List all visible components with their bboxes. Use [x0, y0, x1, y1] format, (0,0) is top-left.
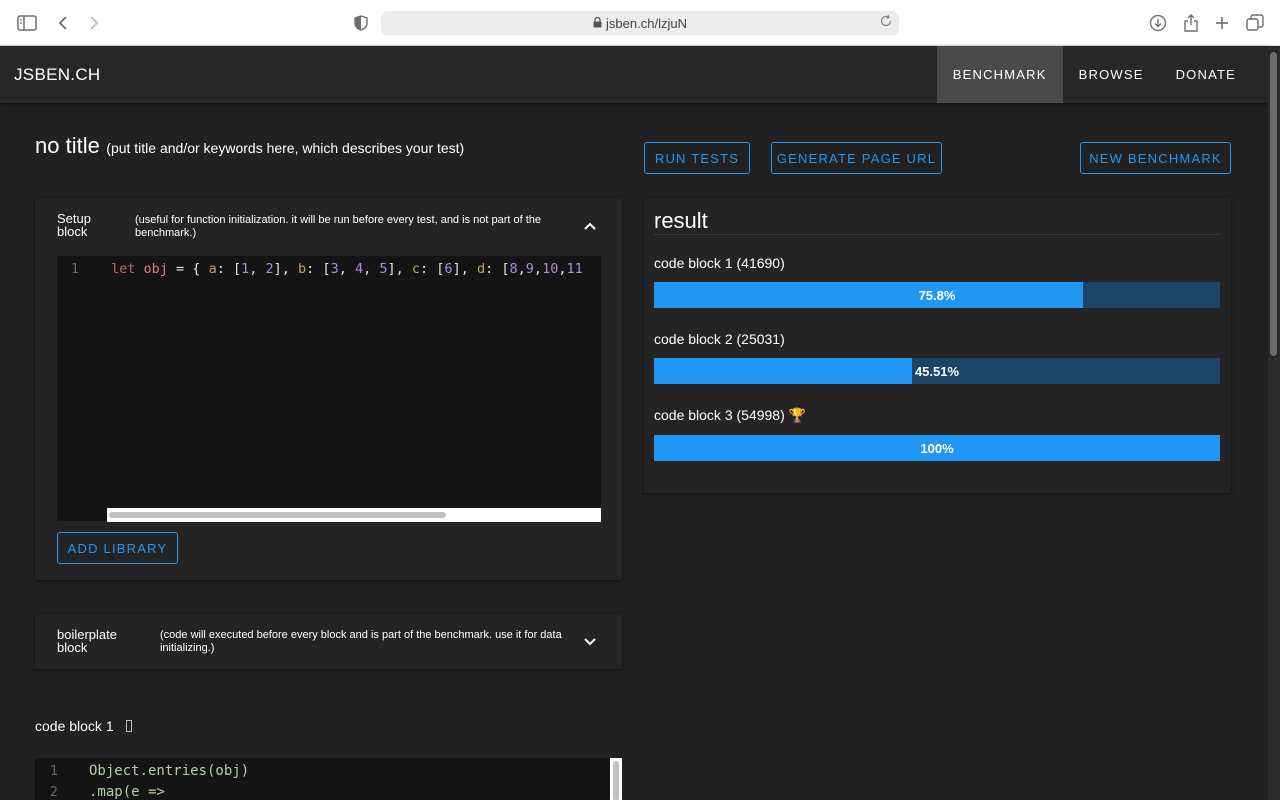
- sidebar-toggle-icon[interactable]: [16, 12, 38, 34]
- result-label: code block 3 (54998) 🏆: [654, 407, 806, 424]
- new-tab-icon[interactable]: [1211, 12, 1233, 34]
- setup-code-line[interactable]: let obj = { a: [1, 2], b: [3, 4, 5], c: …: [111, 261, 583, 277]
- result-divider: [654, 234, 1220, 235]
- code-line[interactable]: Object.entries(obj): [89, 763, 249, 779]
- share-icon[interactable]: [1180, 12, 1202, 34]
- boilerplate-block-panel[interactable]: boilerplate block (code will executed be…: [35, 614, 622, 669]
- download-icon[interactable]: [1147, 12, 1169, 34]
- chevron-up-icon[interactable]: [583, 219, 597, 233]
- editor-scrollbar-thumb[interactable]: [109, 512, 446, 518]
- browser-toolbar: jsben.ch/lzjuN: [0, 0, 1280, 46]
- app-header: JSBEN.CH BENCHMARK BROWSE DONATE: [0, 46, 1268, 103]
- line-gutter: 1: [57, 256, 107, 521]
- result-label: code block 1 (41690): [654, 255, 785, 271]
- run-tests-button[interactable]: RUN TESTS: [644, 142, 750, 174]
- back-icon[interactable]: [52, 12, 74, 34]
- result-label-text: code block 3 (54998): [654, 407, 785, 423]
- test-title-hint: (put title and/or keywords here, which d…: [106, 140, 465, 156]
- code-block-scrollbar-thumb[interactable]: [613, 761, 619, 800]
- main-nav: BENCHMARK BROWSE DONATE: [936, 46, 1252, 103]
- result-label: code block 2 (25031): [654, 331, 785, 347]
- brand-logo[interactable]: JSBEN.CH: [14, 65, 100, 85]
- result-bar: 75.8%: [654, 282, 1220, 308]
- setup-code-editor[interactable]: 1 let obj = { a: [1, 2], b: [3, 4, 5], c…: [57, 256, 601, 521]
- code-block-scrollbar[interactable]: [610, 758, 622, 800]
- test-title-field[interactable]: no title (put title and/or keywords here…: [35, 133, 464, 159]
- code-block-title: code block 1: [35, 718, 132, 734]
- code-line[interactable]: .map(e =>: [89, 784, 165, 800]
- setup-block-description: (useful for function initialization. it …: [135, 214, 541, 239]
- missing-glyph-icon: [125, 720, 132, 732]
- privacy-shield-icon[interactable]: [350, 12, 372, 34]
- new-benchmark-button[interactable]: NEW BENCHMARK: [1080, 142, 1231, 174]
- boilerplate-block-description: (code will executed before every block a…: [160, 629, 562, 654]
- line-number: 2: [50, 785, 58, 800]
- result-title: result: [654, 208, 708, 233]
- nav-donate[interactable]: DONATE: [1160, 46, 1252, 103]
- trophy-icon: 🏆: [788, 407, 807, 423]
- reload-icon[interactable]: [879, 14, 893, 31]
- forward-icon[interactable]: [83, 12, 105, 34]
- result-panel: result code block 1 (41690) 75.8% code b…: [644, 198, 1231, 493]
- page-scrollbar-thumb[interactable]: [1270, 52, 1277, 356]
- result-percent: 75.8%: [918, 287, 956, 303]
- generate-page-url-button[interactable]: GENERATE PAGE URL: [771, 142, 942, 174]
- result-percent: 100%: [920, 440, 954, 456]
- nav-benchmark[interactable]: BENCHMARK: [936, 46, 1063, 103]
- add-library-button[interactable]: ADD LIBRARY: [57, 532, 178, 564]
- setup-block-heading: Setup block: [57, 211, 91, 239]
- lock-icon: [593, 16, 602, 31]
- url-text: jsben.ch/lzjuN: [606, 15, 687, 31]
- code-block-title-text: code block 1: [35, 718, 114, 734]
- boilerplate-block-heading: boilerplate block: [57, 627, 117, 655]
- chevron-down-icon[interactable]: [583, 634, 597, 648]
- test-title: no title: [35, 133, 100, 158]
- line-number: 1: [50, 764, 58, 779]
- nav-browse[interactable]: BROWSE: [1063, 46, 1160, 103]
- line-number: 1: [71, 262, 79, 277]
- result-bar: 100%: [654, 435, 1220, 461]
- result-percent: 45.51%: [914, 363, 960, 379]
- tab-overview-icon[interactable]: [1244, 12, 1266, 34]
- code-block-editor[interactable]: 1 2 Object.entries(obj) .map(e =>: [35, 758, 622, 800]
- address-bar[interactable]: jsben.ch/lzjuN: [381, 11, 899, 35]
- editor-horizontal-scrollbar[interactable]: [107, 508, 601, 522]
- page-scrollbar[interactable]: [1268, 46, 1280, 800]
- result-bar: 45.51%: [654, 358, 1220, 384]
